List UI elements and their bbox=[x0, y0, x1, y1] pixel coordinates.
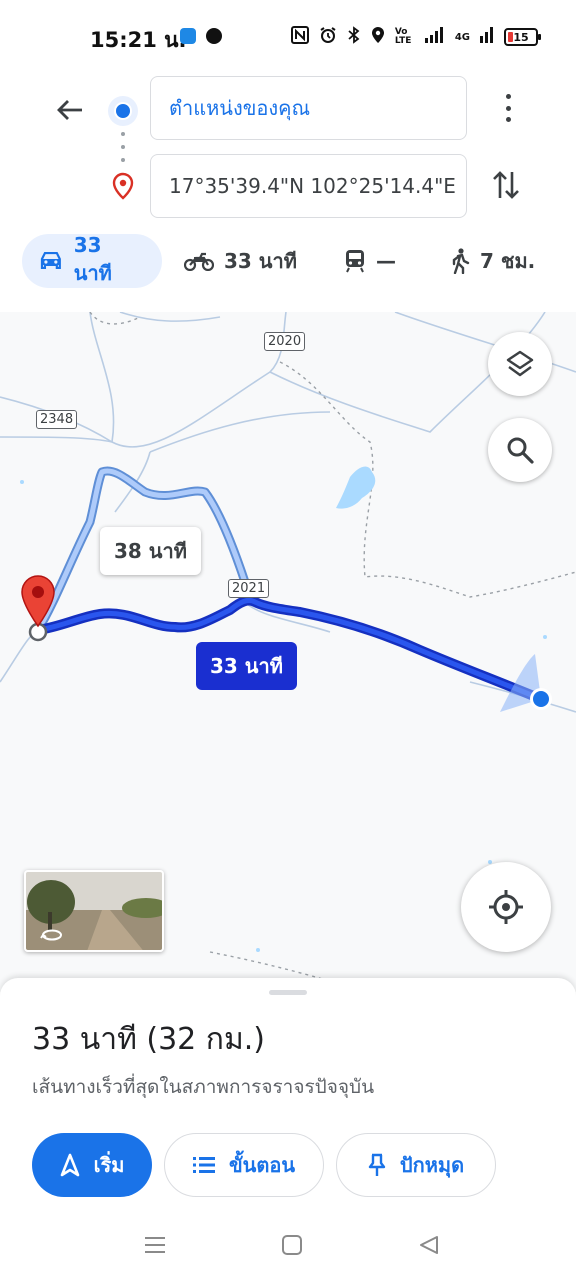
start-button-label: เริ่ม bbox=[93, 1153, 125, 1177]
tab-driving-label: 33 นาที bbox=[73, 233, 112, 285]
road-shield-2348: 2348 bbox=[36, 410, 78, 429]
destination-map-pin-icon[interactable] bbox=[18, 574, 58, 630]
network-type-label: 4G bbox=[454, 31, 470, 43]
street-view-thumbnail[interactable] bbox=[24, 870, 164, 952]
motorcycle-icon bbox=[184, 252, 214, 271]
map-view[interactable]: 2020 2348 2021 38 นาที 33 นาที bbox=[0, 312, 576, 992]
start-button[interactable]: เริ่ม bbox=[32, 1133, 152, 1197]
pin-button[interactable]: ปักหมุด bbox=[336, 1133, 496, 1197]
road-shield-2021: 2021 bbox=[228, 579, 270, 598]
origin-marker-icon bbox=[108, 96, 138, 126]
bluetooth-icon bbox=[347, 26, 361, 48]
app-notification-icon bbox=[180, 28, 196, 44]
route-summary: 33 นาที (32 กม.) bbox=[32, 1022, 265, 1057]
signal-icon-2 bbox=[480, 27, 494, 47]
search-button[interactable] bbox=[488, 418, 552, 482]
steps-button-label: ขั้นตอน bbox=[228, 1153, 295, 1177]
tab-transit[interactable]: — bbox=[344, 234, 396, 288]
current-location-icon bbox=[530, 688, 552, 710]
nfc-icon bbox=[290, 26, 309, 48]
road-shield-2020: 2020 bbox=[264, 332, 306, 351]
swap-icon[interactable] bbox=[491, 168, 521, 202]
tab-transit-label: — bbox=[376, 249, 396, 273]
navigation-arrow-icon bbox=[60, 1153, 79, 1177]
route-description: เส้นทางเร็วที่สุดในสภาพการจราจรปัจจุบัน bbox=[32, 1076, 375, 1098]
my-location-button[interactable] bbox=[461, 862, 551, 952]
system-nav-bar bbox=[0, 1218, 576, 1280]
steps-button[interactable]: ขั้นตอน bbox=[164, 1133, 324, 1197]
pushpin-icon bbox=[368, 1153, 386, 1176]
more-options-icon[interactable] bbox=[496, 94, 520, 122]
back-button[interactable] bbox=[50, 90, 90, 130]
directions-header: ตำแหน่งของคุณ 17°35'39.4"N 102°25'14.4"E… bbox=[0, 72, 576, 312]
drag-handle[interactable] bbox=[269, 990, 307, 995]
menu-nav-icon[interactable] bbox=[144, 1234, 166, 1260]
tab-walking-label: 7 ชม. bbox=[480, 249, 536, 273]
destination-pin-icon bbox=[110, 172, 136, 204]
signal-icon bbox=[424, 27, 445, 47]
back-nav-icon[interactable] bbox=[418, 1234, 440, 1260]
status-bar: 15:21 น. Vo LTE 4G 15 bbox=[0, 0, 576, 72]
status-time: 15:21 น. bbox=[90, 28, 187, 52]
layers-button[interactable] bbox=[488, 332, 552, 396]
alt-route-time-label[interactable]: 38 นาที bbox=[100, 527, 201, 575]
search-icon bbox=[507, 437, 534, 464]
arrow-back-icon bbox=[57, 100, 82, 120]
line-app-icon bbox=[206, 28, 222, 44]
home-nav-icon[interactable] bbox=[281, 1234, 303, 1260]
car-icon bbox=[40, 251, 61, 270]
tab-motorcycle-label: 33 นาที bbox=[224, 249, 297, 273]
travel-mode-tabs: 33 นาที 33 นาที — 7 ชม. bbox=[0, 233, 576, 294]
rotate-360-icon bbox=[40, 929, 62, 941]
list-icon bbox=[192, 1157, 215, 1173]
location-status-icon bbox=[371, 26, 385, 48]
battery-level: 15 bbox=[513, 30, 529, 44]
tab-motorcycle[interactable]: 33 นาที bbox=[184, 234, 297, 288]
tab-driving[interactable]: 33 นาที bbox=[22, 233, 162, 288]
route-connector bbox=[121, 132, 125, 162]
layers-icon bbox=[506, 350, 534, 377]
origin-field[interactable]: ตำแหน่งของคุณ bbox=[150, 76, 467, 140]
train-icon bbox=[346, 250, 364, 273]
route-bottom-sheet: 33 นาที (32 กม.) เส้นทางเร็วที่สุดในสภาพ… bbox=[0, 978, 576, 1218]
main-route-time-label[interactable]: 33 นาที bbox=[196, 642, 297, 690]
tab-walking[interactable]: 7 ชม. bbox=[450, 234, 535, 288]
battery-icon: 15 bbox=[504, 28, 541, 46]
alarm-icon bbox=[319, 26, 337, 48]
destination-field[interactable]: 17°35'39.4"N 102°25'14.4"E bbox=[150, 154, 467, 218]
volte-label: Vo LTE bbox=[394, 27, 412, 46]
pin-button-label: ปักหมุด bbox=[399, 1153, 465, 1177]
my-location-icon bbox=[489, 890, 523, 924]
status-icons: Vo LTE 4G 15 bbox=[290, 26, 541, 48]
walk-icon bbox=[452, 248, 470, 274]
